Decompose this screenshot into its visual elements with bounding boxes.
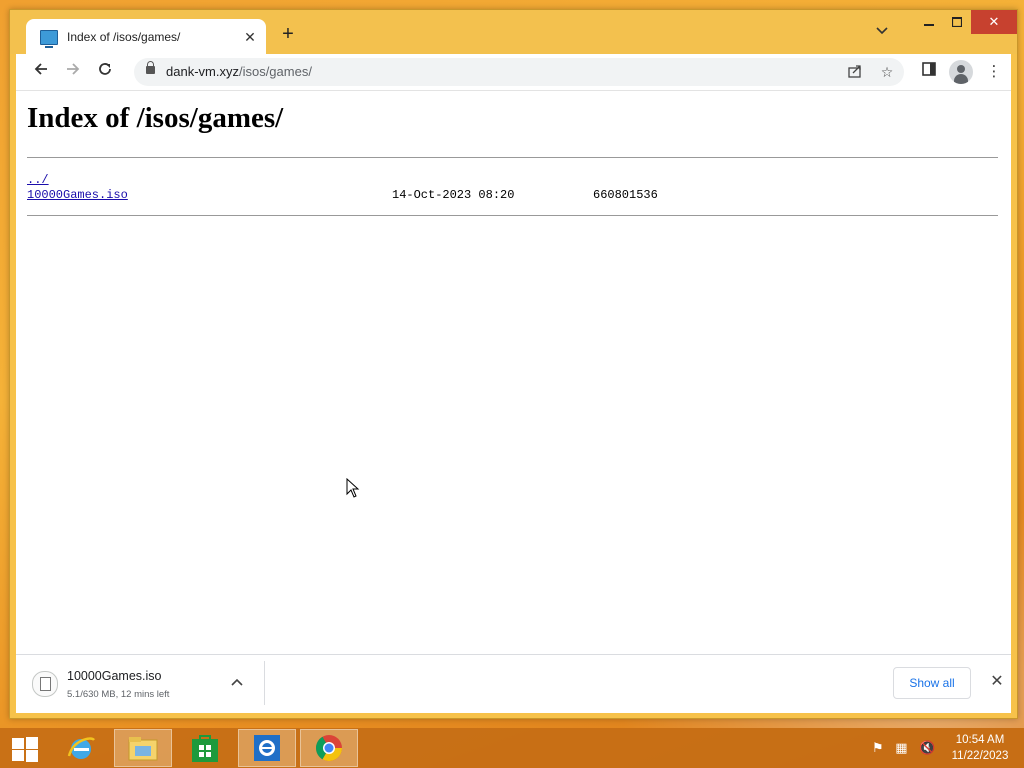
clock-date: 11/22/2023 — [951, 750, 1009, 762]
mouse-cursor-icon — [346, 478, 360, 498]
network-icon[interactable]: ▦ — [895, 740, 907, 755]
reload-icon[interactable] — [94, 61, 116, 83]
monitor-icon — [40, 29, 58, 48]
divider-top — [27, 157, 998, 158]
window-controls: ✕ — [915, 10, 1017, 34]
star-icon[interactable]: ☆ — [878, 63, 896, 81]
download-status: 5.1/630 MB, 12 mins left — [67, 689, 170, 700]
share-icon[interactable] — [846, 63, 864, 81]
download-file-name: 10000Games.iso — [67, 669, 162, 683]
maximize-button[interactable] — [943, 10, 971, 34]
internet-explorer-icon[interactable] — [52, 729, 110, 767]
clock-time: 10:54 AM — [955, 734, 1005, 746]
chevron-up-icon[interactable] — [231, 675, 243, 689]
parent-row: ../ — [27, 173, 49, 187]
kebab-menu-icon[interactable]: ⋮ — [984, 62, 1004, 82]
show-all-button[interactable]: Show all — [893, 667, 971, 699]
profile-icon[interactable] — [949, 60, 973, 84]
divider-bottom — [27, 215, 998, 216]
file-explorer-icon[interactable] — [114, 729, 172, 767]
windows-start-icon[interactable] — [12, 737, 38, 762]
tab-active[interactable]: Index of /isos/games/ ✕ — [26, 19, 266, 55]
close-download-bar-icon[interactable]: ✕ — [989, 671, 1005, 691]
internet-explorer-alt-icon[interactable] — [238, 729, 296, 767]
volume-muted-icon[interactable]: 🔇 — [919, 740, 935, 755]
arrow-left-icon[interactable] — [30, 61, 52, 83]
page-content: Index of /isos/games/ ../ 10000Games.iso… — [16, 91, 1011, 654]
download-item[interactable]: 10000Games.iso 5.1/630 MB, 12 mins left — [26, 661, 254, 707]
close-tab-icon[interactable]: ✕ — [240, 29, 260, 46]
taskbar: ⚑ ▦ 🔇 10:54 AM 11/22/2023 — [0, 728, 1024, 768]
parent-directory-link[interactable]: ../ — [27, 173, 49, 187]
close-window-button[interactable]: ✕ — [971, 10, 1017, 34]
new-tab-button[interactable]: + — [278, 24, 298, 45]
flag-icon[interactable]: ⚑ — [872, 740, 884, 755]
page-title: Index of /isos/games/ — [27, 102, 284, 134]
file-icon — [32, 671, 58, 697]
url-text: dank-vm.xyz/isos/games/ — [166, 64, 312, 79]
file-date: 14-Oct-2023 08:20 — [392, 188, 515, 202]
arrow-right-icon[interactable] — [62, 61, 84, 83]
store-icon[interactable] — [176, 729, 234, 767]
minimize-button[interactable] — [915, 10, 943, 34]
system-clock[interactable]: 10:54 AM 11/22/2023 — [940, 732, 1020, 764]
tab-search-chevron-icon[interactable] — [874, 26, 890, 42]
file-link[interactable]: 10000Games.iso — [27, 188, 128, 202]
lock-icon[interactable] — [146, 61, 155, 74]
address-bar[interactable]: dank-vm.xyz/isos/games/ ☆ — [134, 58, 904, 86]
title-bar: Index of /isos/games/ ✕ + ✕ — [10, 10, 1017, 55]
file-row: 10000Games.iso 14-Oct-2023 08:20 6608015… — [27, 188, 727, 202]
chrome-window: Index of /isos/games/ ✕ + ✕ dank-vm.xyz/… — [9, 9, 1018, 719]
side-panel-icon[interactable] — [919, 62, 939, 82]
system-tray: ⚑ ▦ 🔇 — [872, 740, 943, 756]
chrome-icon[interactable] — [300, 729, 358, 767]
browser-toolbar: dank-vm.xyz/isos/games/ ☆ ⋮ — [16, 54, 1011, 91]
file-size: 660801536 — [593, 188, 658, 202]
download-bar: 10000Games.iso 5.1/630 MB, 12 mins left … — [16, 654, 1011, 713]
download-divider — [264, 661, 265, 705]
tab-title: Index of /isos/games/ — [67, 30, 181, 44]
